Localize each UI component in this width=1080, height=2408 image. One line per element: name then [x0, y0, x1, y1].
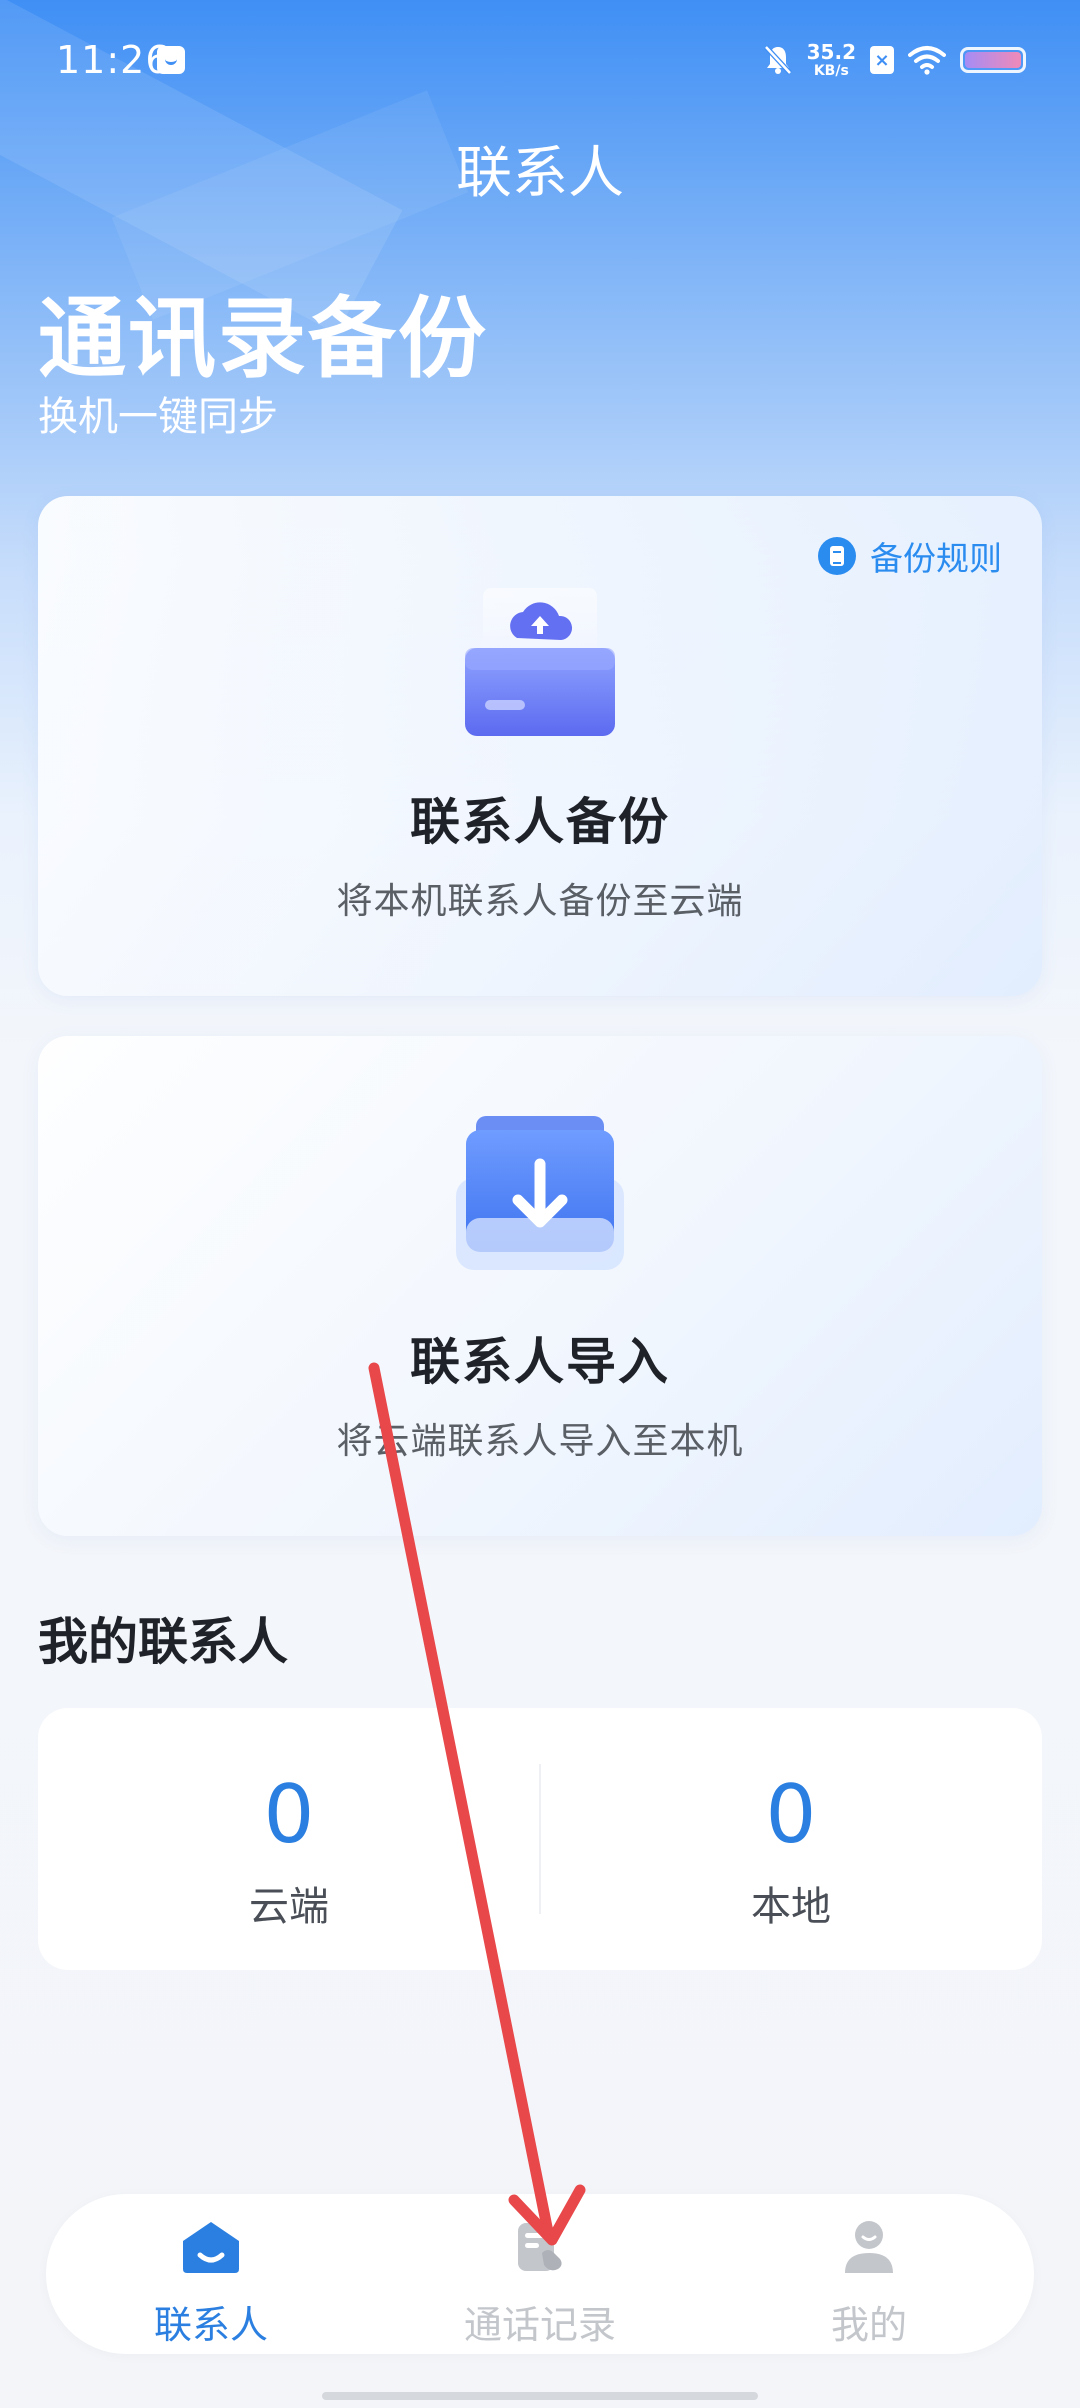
nav-label-mine: 我的 — [830, 2303, 907, 2347]
home-indicator[interactable] — [322, 2392, 758, 2400]
hero-title: 通讯录备份 — [38, 287, 489, 390]
import-card-title: 联系人导入 — [410, 1333, 670, 1391]
nav-label-call-log: 通话记录 — [463, 2303, 616, 2347]
page-title: 联系人 — [456, 141, 624, 206]
contacts-import-card[interactable]: 联系人导入 将云端联系人导入至本机 — [38, 1036, 1042, 1536]
backup-card-subtitle: 将本机联系人备份至云端 — [336, 881, 744, 922]
bottom-navigation: 联系人 通话记录 我的 — [46, 2194, 1034, 2354]
my-contacts-title: 我的联系人 — [38, 1613, 288, 1671]
cloud-contacts-count: 0 — [263, 1768, 315, 1861]
notification-app-icon — [157, 46, 185, 74]
profile-icon — [834, 2212, 904, 2282]
status-bar: 11:26 35.2 KB/s × — [0, 0, 1080, 126]
home-contacts-icon — [176, 2212, 246, 2282]
no-sim-icon: × — [870, 46, 894, 74]
cloud-contacts-label: 云端 — [249, 1884, 329, 1930]
network-speed: 35.2 KB/s — [806, 40, 856, 79]
status-indicators: 35.2 KB/s × — [763, 40, 1026, 80]
battery-icon — [960, 47, 1026, 73]
nav-tab-call-log[interactable]: 通话记录 — [375, 2194, 705, 2354]
download-box-icon — [450, 1108, 630, 1282]
nav-tab-mine[interactable]: 我的 — [704, 2194, 1034, 2354]
cloud-upload-icon — [455, 582, 625, 746]
cloud-contacts-stat[interactable]: 0 云端 — [38, 1708, 540, 1970]
local-contacts-count: 0 — [765, 1768, 817, 1861]
wifi-icon — [908, 45, 946, 75]
hero-subtitle: 换机一键同步 — [38, 394, 278, 440]
local-contacts-label: 本地 — [751, 1884, 831, 1930]
contacts-backup-card[interactable]: 备份规则 联系人备份 将本机联系人备份至云端 — [38, 496, 1042, 996]
local-contacts-stat[interactable]: 0 本地 — [540, 1708, 1042, 1970]
backup-card-title: 联系人备份 — [410, 793, 670, 851]
bell-muted-icon — [763, 44, 793, 76]
backup-rules-link[interactable]: 备份规则 — [818, 532, 1002, 580]
backup-rules-label: 备份规则 — [870, 539, 1002, 578]
my-contacts-stats: 0 云端 0 本地 — [38, 1708, 1042, 1970]
call-log-icon — [505, 2212, 575, 2282]
nav-tab-contacts[interactable]: 联系人 — [46, 2194, 376, 2354]
document-icon — [818, 537, 856, 575]
status-time: 11:26 — [56, 38, 171, 82]
nav-label-contacts: 联系人 — [153, 2303, 268, 2347]
import-card-subtitle: 将云端联系人导入至本机 — [336, 1421, 744, 1462]
